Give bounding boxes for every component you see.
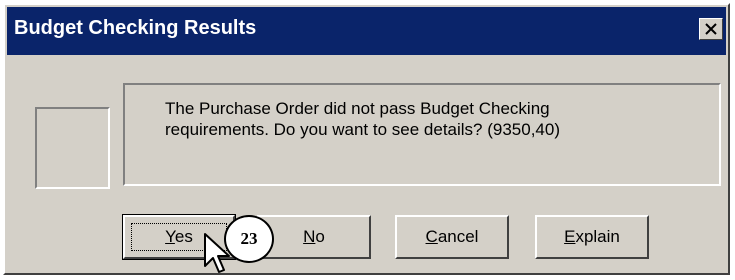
explain-button[interactable]: Explain: [535, 215, 649, 259]
step-number: 23: [240, 229, 258, 248]
budget-checking-dialog: Budget Checking Results The Purchase Ord…: [3, 3, 730, 275]
no-button[interactable]: No: [257, 215, 371, 259]
close-icon: [705, 23, 717, 35]
title-bar: Budget Checking Results: [7, 7, 726, 55]
step-callout: 23: [224, 215, 274, 263]
message-icon-area: [35, 107, 110, 189]
no-button-label: No: [303, 227, 325, 246]
message-box: The Purchase Order did not pass Budget C…: [123, 83, 721, 186]
window-title: Budget Checking Results: [14, 17, 257, 39]
cancel-button-label: Cancel: [425, 227, 479, 246]
message-text: The Purchase Order did not pass Budget C…: [165, 98, 705, 140]
explain-button-label: Explain: [564, 227, 620, 246]
cancel-button[interactable]: Cancel: [395, 215, 509, 259]
message-line-1: The Purchase Order did not pass Budget C…: [165, 99, 550, 118]
message-line-2: requirements. Do you want to see details…: [165, 120, 561, 139]
close-button[interactable]: [699, 18, 723, 40]
